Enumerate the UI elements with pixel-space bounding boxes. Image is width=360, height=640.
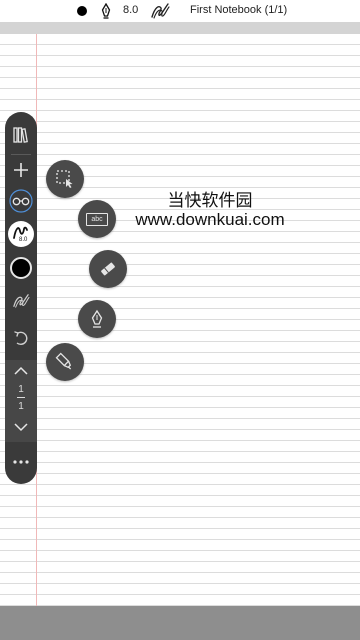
watermark-url: www.downkuai.com [135, 210, 285, 229]
bottom-bar [0, 606, 360, 640]
current-color-dot[interactable] [77, 6, 87, 16]
watermark-title: 当快软件园 [167, 191, 253, 211]
add-icon [14, 163, 28, 177]
text-box-button[interactable]: abc [78, 200, 116, 238]
page-down-button[interactable] [5, 418, 37, 436]
page-up-button[interactable] [5, 362, 37, 380]
eraser-icon [101, 262, 115, 276]
highlighter-icon [55, 352, 72, 370]
page-down-icon [14, 423, 28, 432]
color-icon [10, 257, 32, 279]
library-icon [13, 127, 28, 143]
color-button[interactable] [5, 254, 37, 282]
brush-size-label[interactable]: 8.0 [123, 4, 138, 16]
library-button[interactable] [5, 120, 37, 150]
left-toolbar: 8.0 1 1 [5, 112, 37, 484]
page-fraction-bar [17, 397, 25, 398]
undo-icon [14, 331, 28, 346]
stroke-style-icon[interactable] [150, 2, 170, 20]
highlighter-button[interactable] [46, 343, 84, 381]
eraser-button[interactable] [89, 250, 127, 288]
toolbar-divider [11, 154, 31, 155]
text-box-label: abc [91, 215, 103, 223]
status-bar: 8.0 First Notebook (1/1) [0, 0, 360, 22]
more-icon [13, 460, 29, 464]
glasses-icon [9, 189, 33, 213]
fountain-pen-icon [91, 309, 103, 328]
pen-preset-icon: 8.0 [8, 221, 34, 247]
pen-preset-size: 8.0 [19, 237, 28, 243]
pen-preset-button[interactable]: 8.0 [5, 220, 37, 248]
total-page-number: 1 [18, 401, 24, 412]
add-page-button[interactable] [5, 156, 37, 184]
page-up-icon [14, 366, 28, 375]
top-divider-strip [0, 22, 360, 34]
undo-button[interactable] [5, 324, 37, 352]
fountain-pen-button[interactable] [78, 300, 116, 338]
read-mode-button[interactable] [5, 188, 37, 214]
current-page-number[interactable]: 1 [5, 384, 37, 395]
lasso-select-button[interactable] [46, 160, 84, 198]
stroke-icon [13, 294, 30, 308]
more-button[interactable] [5, 448, 37, 476]
lasso-select-icon [56, 170, 73, 188]
notebook-page[interactable] [0, 34, 360, 606]
notebook-title[interactable]: First Notebook (1/1) [190, 4, 287, 16]
fountain-pen-icon[interactable] [100, 3, 112, 19]
stroke-style-button[interactable] [5, 288, 37, 314]
text-box-icon: abc [86, 212, 108, 226]
